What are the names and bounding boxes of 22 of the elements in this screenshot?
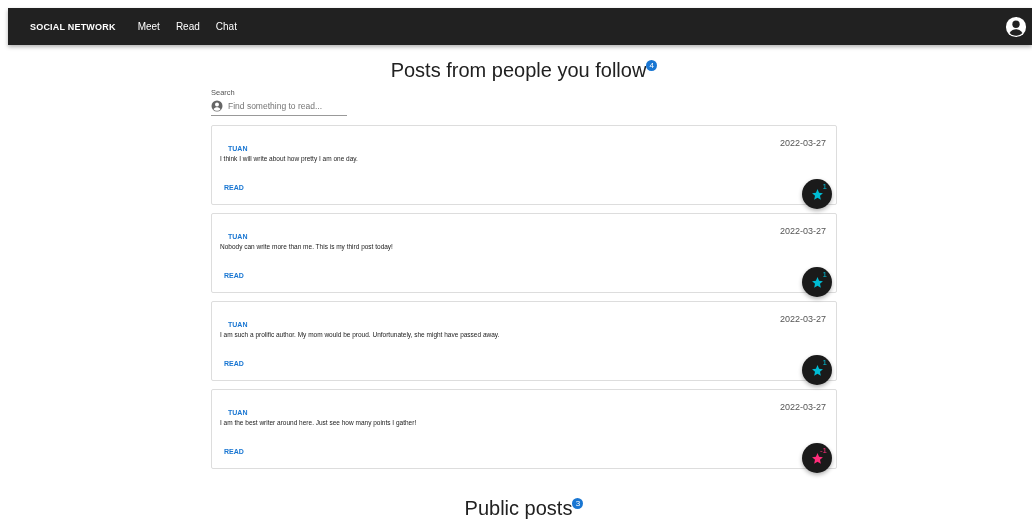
post-date: 2022-03-27 xyxy=(779,226,826,236)
score-label: 1 xyxy=(822,358,827,367)
star-button[interactable]: 1 xyxy=(802,267,832,297)
post-date: 2022-03-27 xyxy=(779,314,826,324)
post-date: 2022-03-27 xyxy=(779,138,826,148)
account-icon xyxy=(211,100,223,112)
post-date: 2022-03-27 xyxy=(779,402,826,412)
account-icon[interactable] xyxy=(1005,15,1027,38)
count-badge: 3 xyxy=(572,498,584,509)
section-title: Public posts xyxy=(464,497,573,520)
star-button[interactable]: 1 xyxy=(802,355,832,385)
count-badge: 4 xyxy=(646,60,658,71)
score-label: 1 xyxy=(822,270,827,279)
brand-link[interactable]: SOCIAL NETWORK xyxy=(30,21,116,32)
star-button[interactable]: -1 xyxy=(802,443,832,473)
star-button[interactable]: 1 xyxy=(802,179,832,209)
section-title: Posts from people you follow xyxy=(390,59,647,82)
nav-link[interactable]: Meet xyxy=(137,21,160,32)
nav-link[interactable]: Chat xyxy=(215,21,237,32)
score-label: -1 xyxy=(819,446,827,455)
nav-link[interactable]: Read xyxy=(175,21,200,32)
score-label: 1 xyxy=(822,182,827,191)
